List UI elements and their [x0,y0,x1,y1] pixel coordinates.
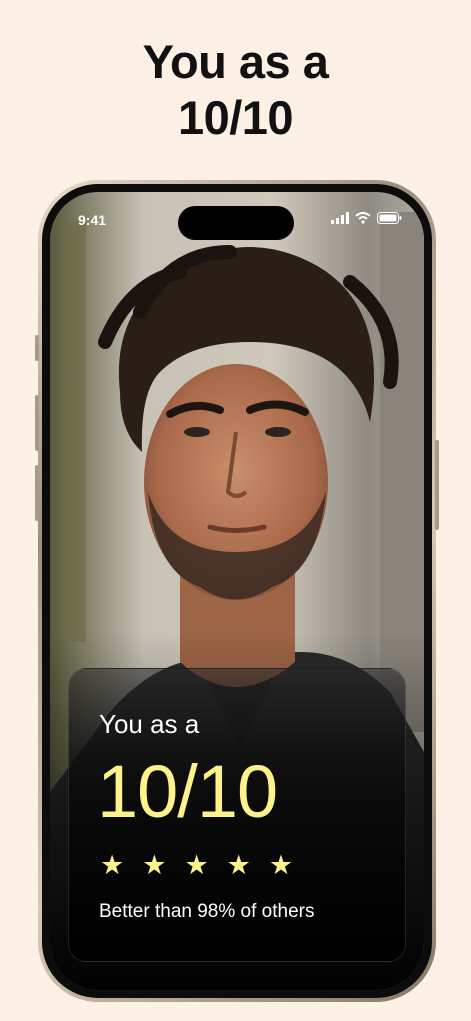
phone-screen: 9:41 You as a 10/10 ★ ★ ★ ★ ★ Better tha… [50,192,424,990]
battery-icon [377,212,402,224]
star-rating: ★ ★ ★ ★ ★ [100,852,293,879]
headline-line-2: 10/10 [177,91,294,144]
wifi-icon [355,212,371,224]
status-time: 9:41 [78,212,107,228]
volume-down-button [35,465,39,521]
star-icon: ★ [226,850,251,880]
rating-score: 10/10 [97,750,278,833]
dynamic-island [178,206,294,240]
phone-frame: 9:41 You as a 10/10 ★ ★ ★ ★ ★ Better tha… [35,180,439,1002]
rating-caption: Better than 98% of others [99,901,315,922]
status-icons [331,212,402,224]
star-icon: ★ [142,850,167,880]
rating-subtitle: You as a [99,709,200,739]
headline-line-1: You as a [142,35,329,88]
action-button [35,335,39,361]
power-button [435,440,439,530]
volume-up-button [35,395,39,451]
star-icon: ★ [268,850,294,880]
headline: You as a 10/10 [0,34,471,146]
star-icon: ★ [100,850,125,880]
rating-card: You as a 10/10 ★ ★ ★ ★ ★ Better than 98%… [68,668,406,962]
star-icon: ★ [184,850,209,880]
signal-icon [331,212,349,224]
